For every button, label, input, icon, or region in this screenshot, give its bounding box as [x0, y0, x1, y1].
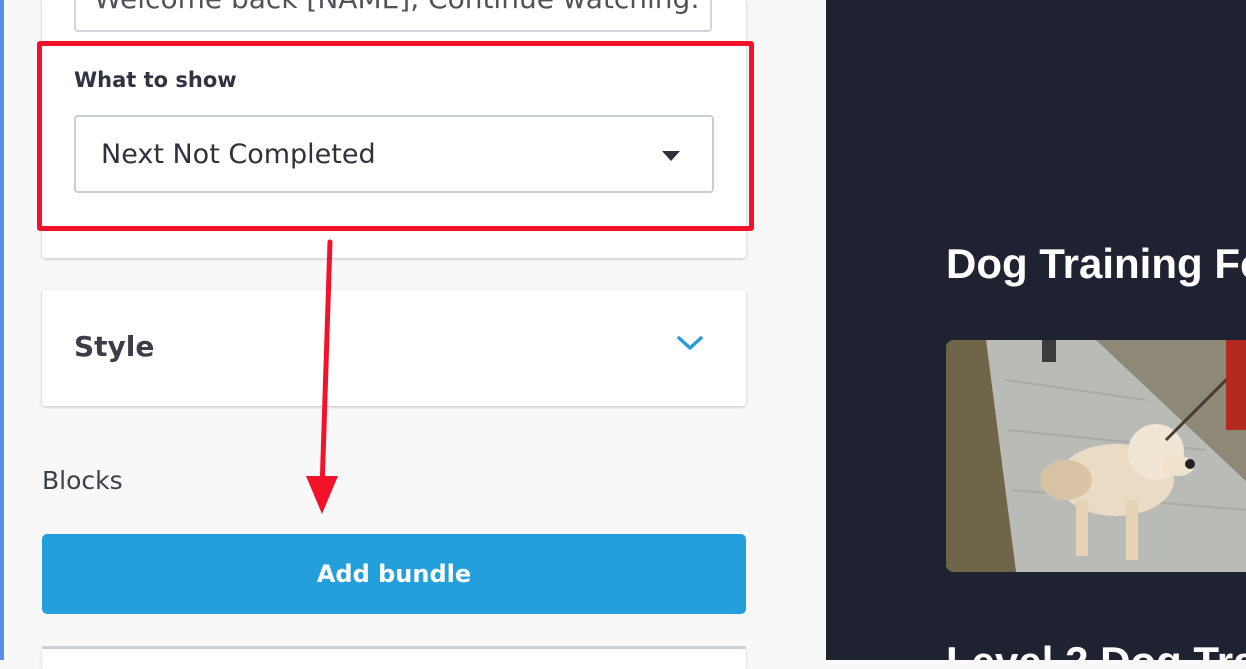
preview-bundle-title-2[interactable]: Level 2 Dog Tra: [946, 638, 1246, 660]
preview-bundle-title[interactable]: Dog Training Fo: [946, 240, 1246, 288]
dog-walk-photo: [946, 340, 1246, 572]
preview-bundle-image[interactable]: [946, 340, 1246, 572]
preview-pane: Dog Training Fo Level 2 Dog Tra: [826, 0, 1246, 660]
annotation-arrow-icon: [306, 239, 338, 514]
